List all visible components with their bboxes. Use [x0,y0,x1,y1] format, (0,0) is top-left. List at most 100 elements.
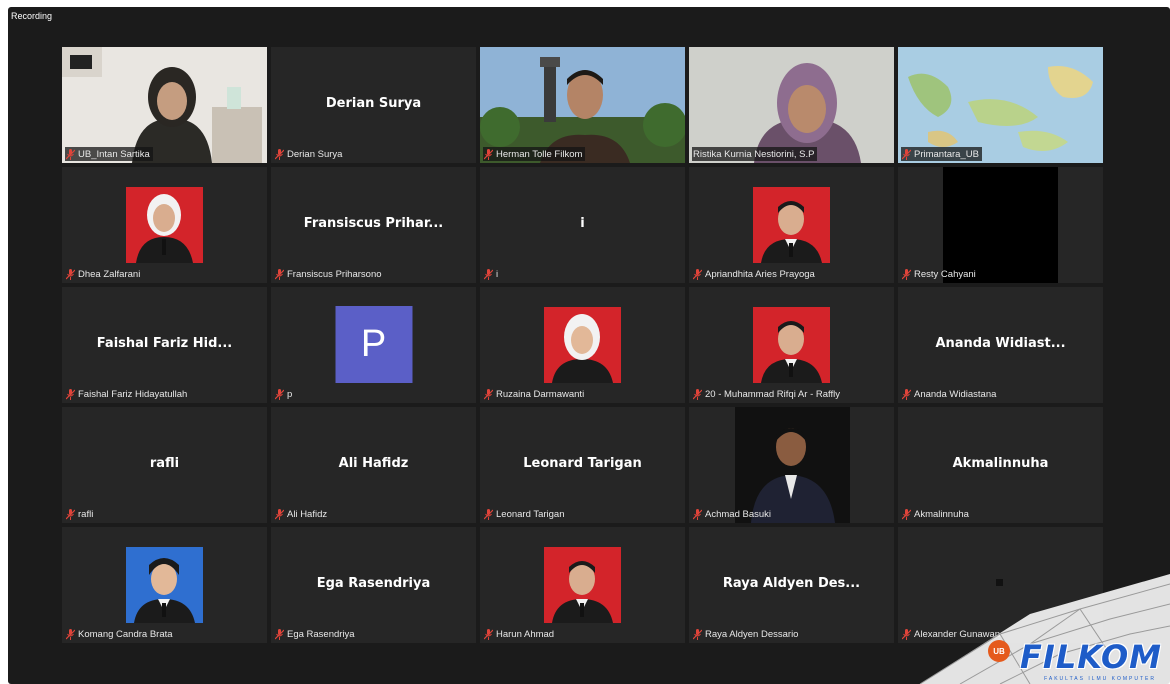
participant-name: Komang Candra Brata [78,628,173,640]
mic-muted-icon [66,508,75,520]
participant-video [735,407,850,523]
participant-tile-active-speaker[interactable]: Ristika Kurnia Nestiorini, S.P [689,47,894,163]
mic-muted-icon [66,268,75,280]
participant-tile[interactable]: Faishal Fariz Hid... Faishal Fariz Hiday… [62,287,267,403]
mic-muted-icon [693,268,702,280]
participant-display-name: Ananda Widiast... [935,336,1066,351]
participant-tile[interactable]: Derian Surya Derian Surya [271,47,476,163]
recording-indicator: Recording [11,11,53,21]
participant-display-name: Akmalinnuha [952,456,1049,471]
mic-muted-icon [484,508,493,520]
participant-tile[interactable]: Ega Rasendriya Ega Rasendriya [271,527,476,643]
ub-badge-icon: UB [988,640,1010,662]
participant-name: Akmalinnuha [914,508,969,520]
participant-name: 20 - Muhammad Rifqi Ar - Raffly [705,388,840,400]
participant-video [480,47,685,163]
participant-label: Apriandhita Aries Prayoga [692,267,818,281]
participant-tile[interactable]: Apriandhita Aries Prayoga [689,167,894,283]
participant-label: Ananda Widiastana [901,387,999,401]
participant-tile[interactable]: rafli rafli [62,407,267,523]
mic-muted-icon [902,388,911,400]
participant-label: Faishal Fariz Hidayatullah [65,387,190,401]
participant-tile[interactable]: P p [271,287,476,403]
participant-name: i [496,268,499,280]
mic-muted-icon [275,628,284,640]
participant-tile[interactable]: Ananda Widiast... Ananda Widiastana [898,287,1103,403]
participant-display-name: Fransiscus Prihar... [303,216,444,231]
logo-subtitle: FAKULTAS ILMU KOMPUTER [1044,676,1156,682]
participant-name: Ega Rasendriya [287,628,355,640]
mic-muted-icon [275,268,284,280]
mic-muted-icon [484,388,493,400]
participant-name: Apriandhita Aries Prayoga [705,268,815,280]
participant-video [544,307,621,383]
participant-tile[interactable]: i i [480,167,685,283]
participant-name: Ali Hafidz [287,508,328,520]
participant-tile[interactable]: Harun Ahmad [480,527,685,643]
participant-video [753,307,830,383]
participant-tile[interactable]: Ruzaina Darmawanti [480,287,685,403]
participant-label: UB_Intan Sartika [65,147,153,161]
participant-name: Dhea Zalfarani [78,268,141,280]
participant-tile[interactable]: Raya Aldyen Des... Raya Aldyen Dessario [689,527,894,643]
participant-tile[interactable]: Komang Candra Brata [62,527,267,643]
participant-name: Raya Aldyen Dessario [705,628,799,640]
participant-label: 20 - Muhammad Rifqi Ar - Raffly [692,387,843,401]
participant-display-name: rafli [149,456,180,471]
participant-name: UB_Intan Sartika [78,148,150,160]
participant-name: Ananda Widiastana [914,388,997,400]
participant-label: rafli [65,507,96,521]
participant-tile[interactable]: Herman Tolle Filkom [480,47,685,163]
participant-tile[interactable]: UB_Intan Sartika [62,47,267,163]
participant-tile[interactable]: Akmalinnuha Akmalinnuha [898,407,1103,523]
participant-name: Derian Surya [287,148,343,160]
participant-label: Komang Candra Brata [65,627,176,641]
participant-tile[interactable]: Resty Cahyani [898,167,1103,283]
participant-tile[interactable]: Achmad Basuki [689,407,894,523]
participant-video [943,167,1058,283]
mic-muted-icon [693,388,702,400]
mic-muted-icon [693,508,702,520]
filkom-logo: UB FILKOM FAKULTAS ILMU KOMPUTER [880,574,1170,684]
mic-muted-icon [902,148,911,160]
participant-label: p [274,387,295,401]
participant-name: p [287,388,293,400]
participant-label: Primantara_UB [901,147,982,161]
participant-display-name: Faishal Fariz Hid... [96,336,233,351]
participant-video [62,47,267,163]
participant-name: Herman Tolle Filkom [496,148,583,160]
participant-video [544,547,621,623]
participant-name: Faishal Fariz Hidayatullah [78,388,188,400]
mic-muted-icon [275,148,284,160]
participant-tile[interactable]: Dhea Zalfarani [62,167,267,283]
participant-name: rafli [78,508,94,520]
participant-name: Ruzaina Darmawanti [496,388,585,400]
participant-display-name: Raya Aldyen Des... [722,576,861,591]
participant-display-name: Ali Hafidz [338,456,409,471]
participant-tile[interactable]: Primantara_UB [898,47,1103,163]
participant-label: i [483,267,501,281]
mic-muted-icon [484,628,493,640]
participant-display-name: i [580,216,585,231]
participant-tile[interactable]: Leonard Tarigan Leonard Tarigan [480,407,685,523]
participant-label: Raya Aldyen Dessario [692,627,801,641]
mic-muted-icon [275,508,284,520]
participant-video [126,187,203,263]
participant-tile[interactable]: Ali Hafidz Ali Hafidz [271,407,476,523]
mic-muted-icon [275,388,284,400]
participant-name: Achmad Basuki [705,508,772,520]
participant-label: Harun Ahmad [483,627,557,641]
participant-label: Leonard Tarigan [483,507,568,521]
participant-name: Ristika Kurnia Nestiorini, S.P [693,148,815,160]
participant-name: Leonard Tarigan [496,508,565,520]
participant-tile[interactable]: Fransiscus Prihar... Fransiscus Priharso… [271,167,476,283]
mic-muted-icon [66,148,75,160]
participant-label: Achmad Basuki [692,507,774,521]
participant-label: Resty Cahyani [901,267,979,281]
participant-video [753,187,830,263]
participant-label: Ristika Kurnia Nestiorini, S.P [692,147,818,161]
mic-muted-icon [66,388,75,400]
participant-tile[interactable]: 20 - Muhammad Rifqi Ar - Raffly [689,287,894,403]
participant-video [126,547,203,623]
participant-name: Primantara_UB [914,148,979,160]
